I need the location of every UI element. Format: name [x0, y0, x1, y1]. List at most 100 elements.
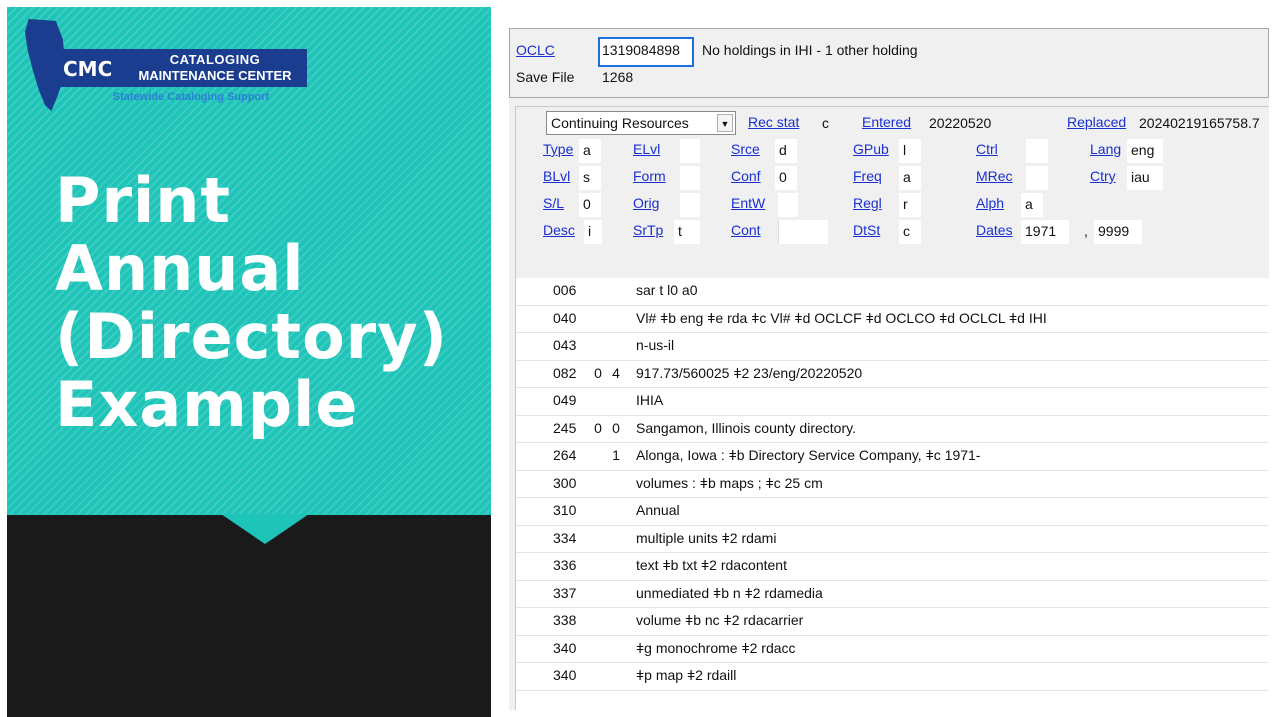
fixed-value-srtp[interactable]: t — [674, 220, 700, 244]
field-tag[interactable]: 264 — [553, 447, 576, 463]
field-data[interactable]: multiple units ǂ2 rdami — [636, 530, 776, 546]
field-data[interactable]: Annual — [636, 502, 680, 518]
rec-stat-label[interactable]: Rec stat — [748, 114, 799, 130]
field-ind2[interactable]: 0 — [609, 420, 623, 436]
oclc-link[interactable]: OCLC — [516, 42, 555, 58]
fixed-value-form[interactable] — [680, 166, 700, 190]
fixed-value-dates-end[interactable]: 9999 — [1094, 220, 1142, 244]
table-row[interactable]: 310 Annual — [516, 498, 1269, 526]
field-data[interactable]: Vl# ǂb eng ǂe rda ǂc Vl# ǂd OCLCF ǂd OCL… — [636, 310, 1047, 326]
field-data[interactable]: 917.73/560025 ǂ2 23/eng/20220520 — [636, 365, 862, 381]
field-tag[interactable]: 049 — [553, 392, 576, 408]
fixed-label-alph[interactable]: Alph — [976, 195, 1004, 211]
fixed-value-blvl[interactable]: s — [579, 166, 601, 190]
fixed-value-dtst[interactable]: c — [899, 220, 921, 244]
fixed-label-conf[interactable]: Conf — [731, 168, 761, 184]
table-row[interactable]: 006 sar t l0 a0 — [516, 278, 1269, 306]
field-tag[interactable]: 336 — [553, 557, 576, 573]
fixed-label-sl[interactable]: S/L — [543, 195, 564, 211]
table-row[interactable]: 336 text ǂb txt ǂ2 rdacontent — [516, 553, 1269, 581]
entered-label[interactable]: Entered — [862, 114, 911, 130]
chevron-down-icon[interactable]: ▼ — [717, 114, 733, 132]
fixed-label-form[interactable]: Form — [633, 168, 666, 184]
table-row[interactable]: 338 volume ǂb nc ǂ2 rdacarrier — [516, 608, 1269, 636]
table-row[interactable]: 340 ǂp map ǂ2 rdaill — [516, 663, 1269, 691]
fixed-label-regl[interactable]: Regl — [853, 195, 882, 211]
field-tag[interactable]: 245 — [553, 420, 576, 436]
table-row[interactable]: 334 multiple units ǂ2 rdami — [516, 526, 1269, 553]
fixed-label-blvl[interactable]: BLvl — [543, 168, 570, 184]
fixed-label-srce[interactable]: Srce — [731, 141, 760, 157]
field-tag[interactable]: 338 — [553, 612, 576, 628]
table-row[interactable]: 245 0 0 Sangamon, Illinois county direct… — [516, 416, 1269, 443]
fixed-value-srce[interactable]: d — [775, 139, 797, 163]
fixed-value-orig[interactable] — [680, 193, 700, 217]
fixed-label-freq[interactable]: Freq — [853, 168, 882, 184]
fixed-value-dates-start[interactable]: 1971 — [1021, 220, 1069, 244]
fixed-value-ctrl[interactable] — [1026, 139, 1048, 163]
field-data[interactable]: ǂp map ǂ2 rdaill — [636, 667, 736, 683]
fixed-value-cont[interactable] — [778, 220, 828, 244]
field-data[interactable]: volume ǂb nc ǂ2 rdacarrier — [636, 612, 803, 628]
field-tag[interactable]: 340 — [553, 667, 576, 683]
field-ind1[interactable]: 0 — [591, 365, 605, 381]
field-ind2[interactable]: 4 — [609, 365, 623, 381]
field-data[interactable]: text ǂb txt ǂ2 rdacontent — [636, 557, 787, 573]
fixed-label-desc[interactable]: Desc — [543, 222, 575, 238]
replaced-label[interactable]: Replaced — [1067, 114, 1126, 130]
fixed-label-dates[interactable]: Dates — [976, 222, 1013, 238]
field-data[interactable]: n-us-il — [636, 337, 674, 353]
fixed-label-gpub[interactable]: GPub — [853, 141, 889, 157]
field-tag[interactable]: 006 — [553, 282, 576, 298]
table-row[interactable]: 337 unmediated ǂb n ǂ2 rdamedia — [516, 581, 1269, 608]
table-row[interactable]: 082 0 4 917.73/560025 ǂ2 23/eng/20220520 — [516, 361, 1269, 388]
fixed-value-alph[interactable]: a — [1021, 193, 1043, 217]
fixed-value-regl[interactable]: r — [899, 193, 921, 217]
field-tag[interactable]: 082 — [553, 365, 576, 381]
fixed-label-orig[interactable]: Orig — [633, 195, 659, 211]
field-data[interactable]: IHIA — [636, 392, 663, 408]
field-tag[interactable]: 300 — [553, 475, 576, 491]
field-ind1[interactable]: 0 — [591, 420, 605, 436]
field-data[interactable]: ǂg monochrome ǂ2 rdacc — [636, 640, 796, 656]
fixed-label-mrec[interactable]: MRec — [976, 168, 1013, 184]
fixed-value-conf[interactable]: 0 — [775, 166, 797, 190]
fixed-label-srtp[interactable]: SrTp — [633, 222, 663, 238]
field-tag[interactable]: 043 — [553, 337, 576, 353]
fixed-value-mrec[interactable] — [1026, 166, 1048, 190]
fixed-label-ctry[interactable]: Ctry — [1090, 168, 1116, 184]
fixed-value-lang[interactable]: eng — [1127, 139, 1163, 163]
field-ind2[interactable]: 1 — [609, 447, 623, 463]
field-tag[interactable]: 340 — [553, 640, 576, 656]
field-tag[interactable]: 337 — [553, 585, 576, 601]
fixed-value-ctry[interactable]: iau — [1127, 166, 1163, 190]
field-tag[interactable]: 040 — [553, 310, 576, 326]
table-row[interactable]: 340 ǂg monochrome ǂ2 rdacc — [516, 636, 1269, 663]
field-tag[interactable]: 310 — [553, 502, 576, 518]
format-select[interactable]: Continuing Resources ▼ — [546, 111, 736, 135]
field-data[interactable]: Sangamon, Illinois county directory. — [636, 420, 856, 436]
fixed-value-entw[interactable] — [778, 193, 798, 217]
fixed-label-type[interactable]: Type — [543, 141, 573, 157]
fixed-value-desc[interactable]: i — [584, 220, 602, 244]
fixed-label-entw[interactable]: EntW — [731, 195, 765, 211]
field-data[interactable]: unmediated ǂb n ǂ2 rdamedia — [636, 585, 823, 601]
fixed-value-gpub[interactable]: l — [899, 139, 921, 163]
field-data[interactable]: Alonga, Iowa : ǂb Directory Service Comp… — [636, 447, 980, 463]
table-row[interactable]: 043 n-us-il — [516, 333, 1269, 361]
table-row[interactable]: 264 1 Alonga, Iowa : ǂb Directory Servic… — [516, 443, 1269, 471]
table-row[interactable]: 040 Vl# ǂb eng ǂe rda ǂc Vl# ǂd OCLCF ǂd… — [516, 306, 1269, 333]
fixed-label-lang[interactable]: Lang — [1090, 141, 1121, 157]
fixed-value-elvl[interactable] — [680, 139, 700, 163]
fixed-value-type[interactable]: a — [579, 139, 601, 163]
fixed-value-freq[interactable]: a — [899, 166, 921, 190]
field-data[interactable]: sar t l0 a0 — [636, 282, 697, 298]
field-data[interactable]: volumes : ǂb maps ; ǂc 25 cm — [636, 475, 823, 491]
fixed-value-sl[interactable]: 0 — [579, 193, 601, 217]
fixed-label-dtst[interactable]: DtSt — [853, 222, 880, 238]
field-tag[interactable]: 334 — [553, 530, 576, 546]
fixed-label-elvl[interactable]: ELvl — [633, 141, 660, 157]
fixed-label-ctrl[interactable]: Ctrl — [976, 141, 998, 157]
fixed-label-cont[interactable]: Cont — [731, 222, 761, 238]
table-row[interactable]: 049 IHIA — [516, 388, 1269, 416]
